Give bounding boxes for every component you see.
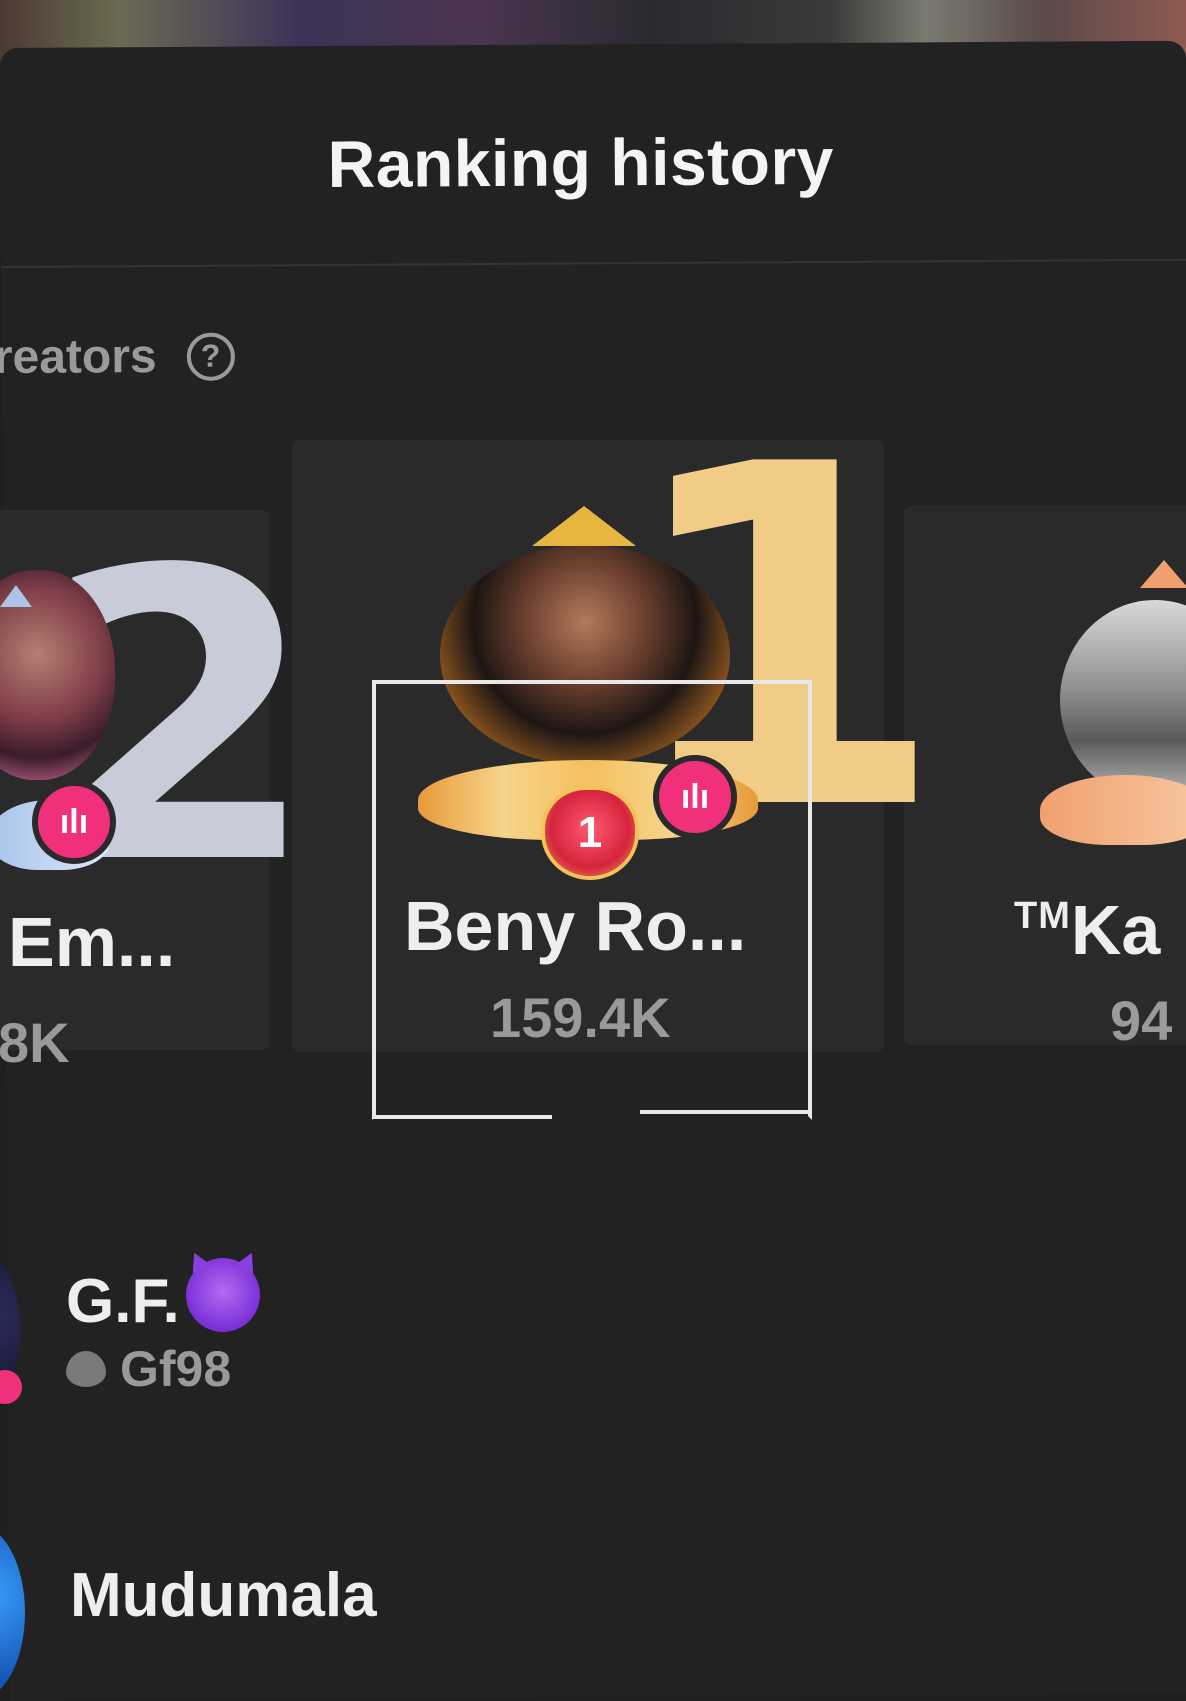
creator-name-third[interactable]: TMKa xyxy=(1014,890,1160,970)
divider xyxy=(1,258,1186,268)
live-badge-icon[interactable]: ılı xyxy=(32,780,116,864)
question-circle-icon[interactable]: ? xyxy=(186,332,235,381)
crown-icon xyxy=(1140,560,1186,588)
score-second: 8K xyxy=(0,1011,70,1074)
page-title: Ranking history xyxy=(327,123,835,202)
list-item[interactable]: G.F. Gf98 xyxy=(0,1220,1186,1420)
list-item[interactable]: Mudumala xyxy=(0,1520,1186,1700)
fan-club-name: Gf98 xyxy=(120,1341,232,1397)
crown-icon xyxy=(0,585,32,607)
creator-name-third-text: Ka xyxy=(1070,891,1161,969)
crown-icon xyxy=(532,506,636,546)
section-label: reators xyxy=(0,330,157,385)
focus-frame-edge xyxy=(640,1110,812,1114)
tm-mark: TM xyxy=(1014,895,1071,937)
focus-frame-edge xyxy=(372,1115,552,1119)
creator-name-second[interactable]: Em... xyxy=(8,902,175,982)
wings-frame-icon xyxy=(1040,775,1186,845)
devil-emoji-icon xyxy=(185,1258,260,1332)
fan-club-icon xyxy=(66,1351,106,1387)
section-header: reators ? xyxy=(0,329,235,385)
avatar[interactable] xyxy=(0,1525,25,1700)
focus-frame xyxy=(372,680,812,1120)
live-dot-icon xyxy=(0,1370,22,1404)
list-item-name: G.F. xyxy=(66,1258,260,1337)
list-item-name-text: G.F. xyxy=(66,1267,180,1336)
fan-club-label: Gf98 xyxy=(66,1340,231,1398)
list-item-name: Mudumala xyxy=(70,1561,377,1630)
score-third: 94 xyxy=(1110,989,1173,1052)
ranking-history-screen: Ranking history reators ? 2 1 1 ılı ılı … xyxy=(0,0,1186,1701)
